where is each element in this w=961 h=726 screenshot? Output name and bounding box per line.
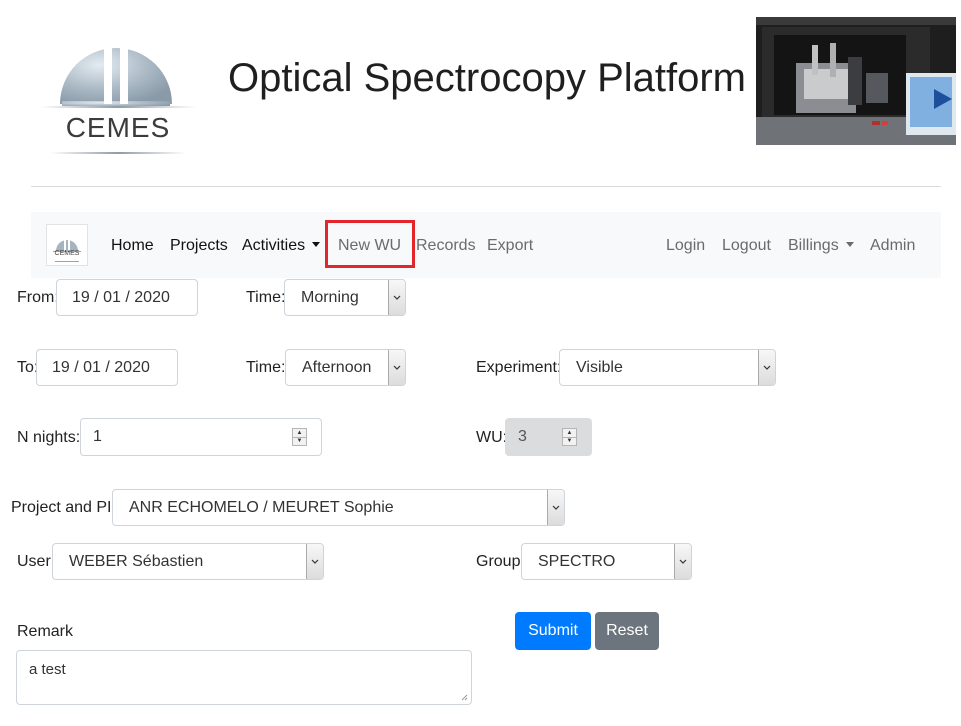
- from-date-input[interactable]: 19 / 01 / 2020: [56, 279, 198, 316]
- experiment-label: Experiment:: [476, 359, 562, 376]
- from-date-value: 19 / 01 / 2020: [72, 288, 170, 306]
- chevron-down-icon: [388, 280, 405, 315]
- wu-value: 3: [518, 428, 527, 445]
- from-time-label: Time:: [246, 289, 286, 306]
- to-date-input[interactable]: 19 / 01 / 2020: [36, 349, 178, 386]
- nav-admin[interactable]: Admin: [870, 236, 915, 256]
- page-title: Optical Spectrocopy Platform: [228, 56, 746, 100]
- remark-label: Remark: [17, 623, 74, 640]
- nav-activities-label: Activities: [242, 237, 306, 254]
- chevron-down-icon: [547, 490, 564, 525]
- to-time-label: Time:: [246, 359, 286, 376]
- caret-down-icon: [312, 242, 321, 247]
- lab-photo-icon: [756, 17, 956, 145]
- experiment-select[interactable]: Visible: [559, 349, 776, 386]
- caret-down-icon: [845, 242, 854, 247]
- submit-button[interactable]: Submit: [515, 612, 591, 650]
- wu-input: 3 ▲ ▼: [505, 418, 592, 456]
- nav-home[interactable]: Home: [111, 236, 154, 256]
- chevron-down-icon: [758, 350, 775, 385]
- n-nights-value: 1: [93, 428, 102, 445]
- nav-export[interactable]: Export: [487, 236, 533, 256]
- nav-logo-text: CEMES: [54, 250, 80, 257]
- project-label: Project and PI:: [11, 499, 116, 516]
- remark-textarea[interactable]: a test: [16, 650, 472, 705]
- header-divider: [31, 186, 941, 187]
- cemes-logo-icon: [53, 239, 81, 262]
- project-select[interactable]: ANR ECHOMELO / MEURET Sophie: [112, 489, 565, 526]
- spin-up-icon[interactable]: ▲: [293, 429, 306, 437]
- group-value: SPECTRO: [538, 552, 616, 570]
- n-nights-label: N nights:: [17, 429, 81, 446]
- lab-photo: [756, 17, 956, 145]
- group-label: Group: [476, 553, 521, 570]
- to-time-select[interactable]: Afternoon: [285, 349, 406, 386]
- chevron-down-icon: [674, 544, 691, 579]
- nav-logout[interactable]: Logout: [722, 236, 771, 256]
- nav-records[interactable]: Records: [416, 236, 476, 256]
- wu-label: WU:: [476, 429, 508, 446]
- user-value: WEBER Sébastien: [69, 552, 204, 570]
- nav-billings-label: Billings: [788, 237, 839, 254]
- spin-up-icon: ▲: [566, 429, 573, 436]
- nav-projects[interactable]: Projects: [170, 236, 228, 256]
- number-spinner[interactable]: ▲ ▼: [292, 428, 307, 446]
- chevron-down-icon: [388, 350, 405, 385]
- logo-text: CEMES: [65, 112, 171, 143]
- group-select[interactable]: SPECTRO: [521, 543, 692, 580]
- project-value: ANR ECHOMELO / MEURET Sophie: [129, 498, 394, 516]
- user-label: User:: [17, 553, 56, 570]
- spin-down-icon[interactable]: ▼: [293, 436, 306, 446]
- highlight-annotation: [325, 220, 415, 268]
- nav-billings-dropdown[interactable]: Billings: [788, 236, 854, 256]
- from-label: From:: [17, 289, 59, 306]
- nav-activities-dropdown[interactable]: Activities: [242, 236, 321, 256]
- chevron-down-icon: [306, 544, 323, 579]
- experiment-value: Visible: [576, 358, 623, 376]
- n-nights-input[interactable]: 1 ▲ ▼: [80, 418, 322, 456]
- from-time-value: Morning: [301, 288, 359, 306]
- from-time-select[interactable]: Morning: [284, 279, 406, 316]
- nav-login[interactable]: Login: [666, 236, 705, 256]
- remark-value: a test: [29, 661, 66, 678]
- number-spinner: ▲ ▼: [562, 428, 577, 446]
- user-select[interactable]: WEBER Sébastien: [52, 543, 324, 580]
- cemes-logo: CEMES: [36, 6, 200, 158]
- nav-logo[interactable]: CEMES: [46, 224, 88, 266]
- to-time-value: Afternoon: [302, 358, 372, 376]
- to-date-value: 19 / 01 / 2020: [52, 358, 150, 376]
- spin-down-icon: ▼: [563, 436, 576, 446]
- resize-grip-icon[interactable]: [460, 693, 468, 701]
- reset-button[interactable]: Reset: [595, 612, 659, 650]
